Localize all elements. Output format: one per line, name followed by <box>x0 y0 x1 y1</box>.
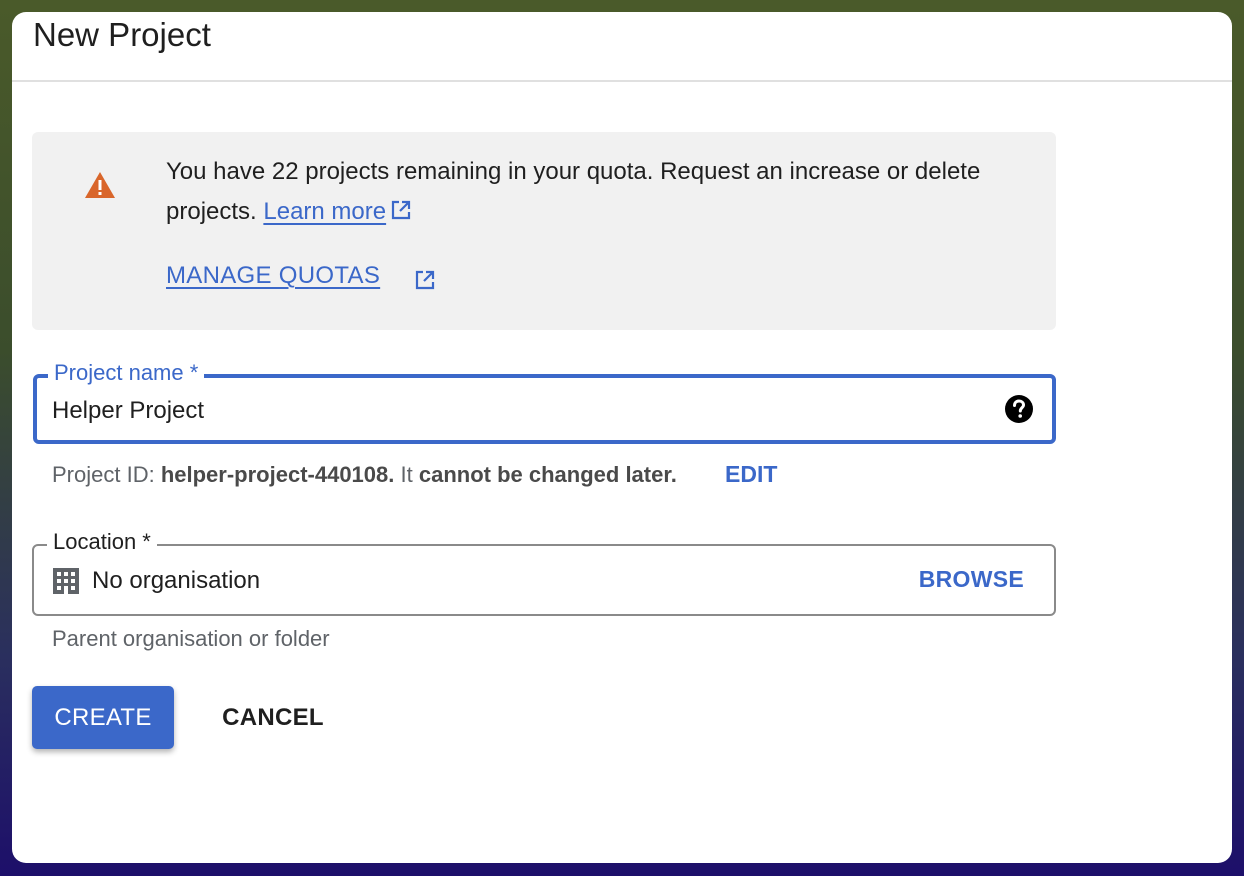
location-label: Location * <box>47 529 157 555</box>
page-title: New Project <box>33 16 211 53</box>
external-link-icon <box>415 270 435 290</box>
location-value: No organisation <box>92 567 261 594</box>
project-id-middle: It <box>400 462 413 487</box>
project-id-value: helper-project-440108. <box>160 462 395 487</box>
edit-project-id-button[interactable]: EDIT <box>725 461 777 488</box>
cancel-button[interactable]: CANCEL <box>208 686 338 749</box>
browse-button[interactable]: BROWSE <box>919 566 1024 593</box>
create-button[interactable]: CREATE <box>32 686 174 749</box>
quota-message: You have 22 projects remaining in your q… <box>166 152 1016 232</box>
new-project-dialog: New Project You have 22 projects remaini… <box>12 12 1232 863</box>
location-hint: Parent organisation or folder <box>52 626 330 651</box>
location-field[interactable]: Location * No organisation BROWSE <box>32 529 1056 616</box>
quota-notice: You have 22 projects remaining in your q… <box>32 132 1056 330</box>
building-icon <box>53 568 79 594</box>
warning-triangle-icon <box>85 172 115 198</box>
project-id-info: Project ID: helper-project-440108. It ca… <box>52 462 677 488</box>
project-name-field[interactable]: Project name * Helper Project <box>33 360 1056 444</box>
project-id-prefix: Project ID: <box>52 462 155 487</box>
external-link-icon <box>392 200 411 220</box>
project-id-warning: cannot be changed later. <box>418 462 677 487</box>
learn-more-link[interactable]: Learn more <box>263 198 386 225</box>
project-name-label: Project name * <box>48 360 205 386</box>
project-name-input[interactable]: Helper Project <box>52 397 204 425</box>
dialog-header: New Project <box>12 12 1232 82</box>
manage-quotas-link[interactable]: MANAGE QUOTAS <box>166 262 380 290</box>
learn-more-label: Learn more <box>263 198 387 225</box>
help-circle-icon[interactable] <box>1004 394 1034 424</box>
manage-quotas-label: MANAGE QUOTAS <box>166 262 381 289</box>
